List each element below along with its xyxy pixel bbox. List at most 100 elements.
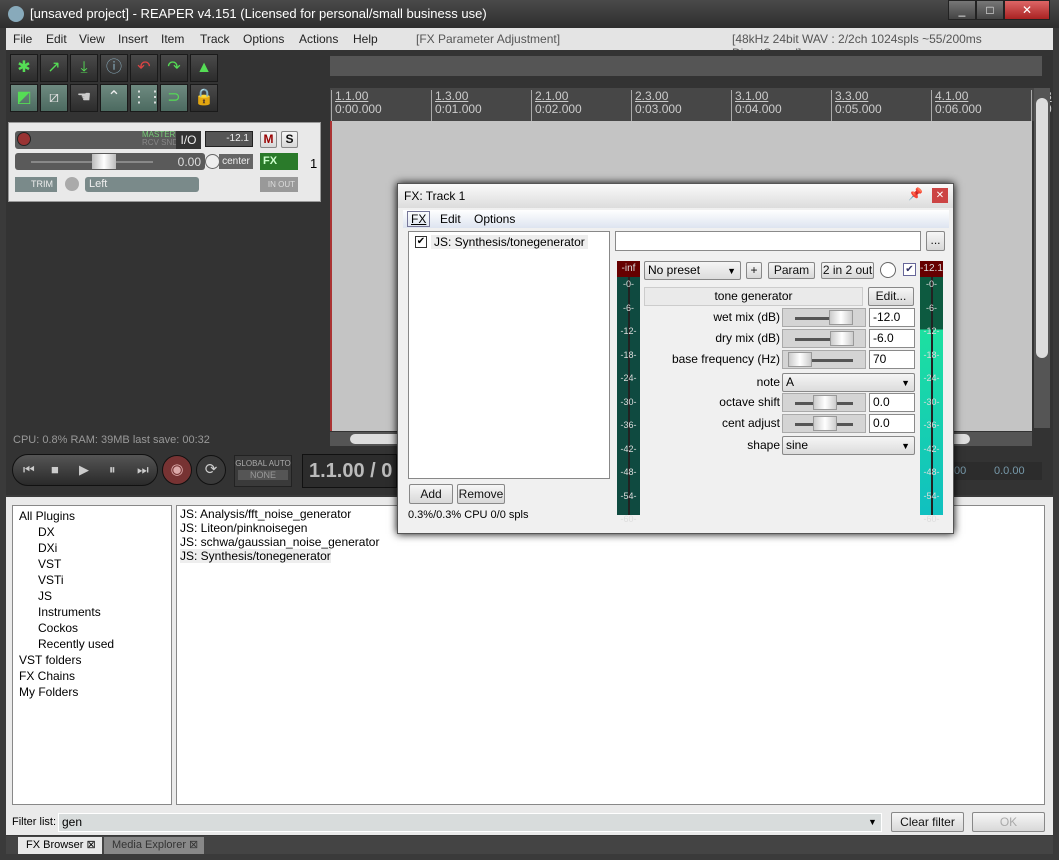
tab-media-explorer[interactable]: Media Explorer ⊠ xyxy=(104,837,204,854)
add-preset-button[interactable]: + xyxy=(746,262,762,279)
menu-insert[interactable]: Insert xyxy=(118,32,148,46)
vertical-scrollbar[interactable] xyxy=(1034,88,1050,428)
ok-button[interactable]: OK xyxy=(972,812,1045,832)
close-tab-icon[interactable]: ⊠ xyxy=(87,839,96,851)
tree-item[interactable]: DXi xyxy=(38,541,57,555)
param-slider[interactable] xyxy=(782,350,866,369)
menu-file[interactable]: File xyxy=(13,32,32,46)
pin-io-button[interactable]: 2 in 2 out xyxy=(821,262,874,279)
menu-view[interactable]: View xyxy=(79,32,105,46)
param-slider[interactable] xyxy=(782,308,866,327)
tree-item[interactable]: VST xyxy=(38,557,61,571)
tree-item[interactable]: Instruments xyxy=(38,605,101,619)
open-project-icon[interactable]: ↗ xyxy=(40,54,68,82)
wet-knob[interactable] xyxy=(880,262,896,278)
grouping-icon[interactable]: ☚ xyxy=(70,84,98,112)
menu-options[interactable]: Options xyxy=(243,32,284,46)
fx-close-button[interactable]: ✕ xyxy=(932,188,948,203)
close-button[interactable]: ✕ xyxy=(1004,0,1050,20)
tab-fx-browser[interactable]: FX Browser ⊠ xyxy=(18,837,102,854)
io-button[interactable]: I/O xyxy=(176,131,201,149)
clear-filter-button[interactable]: Clear filter xyxy=(891,812,964,832)
tree-item[interactable]: VST folders xyxy=(19,653,81,667)
param-value-input[interactable]: -6.0 xyxy=(869,329,915,348)
master-track-panel[interactable]: MASTER RCV SND I/O -12.1 M S 0.00 center… xyxy=(8,122,321,202)
solo-button[interactable]: S xyxy=(281,131,298,148)
position-display[interactable]: 1.1.00 / 0 xyxy=(302,454,397,488)
maximize-button[interactable]: □ xyxy=(976,0,1004,20)
go-to-start-icon[interactable]: ⏮ xyxy=(23,462,35,478)
tree-item[interactable]: DX xyxy=(38,525,55,539)
plugin-list[interactable]: JS: Analysis/fft_noise_generator JS: Lite… xyxy=(176,505,1045,805)
plugin-tree[interactable]: All Plugins DX DXi VST VSTi JS Instruments Cock… xyxy=(12,505,172,805)
param-slider[interactable] xyxy=(782,414,866,433)
record-button[interactable]: ◉ xyxy=(162,455,192,485)
menu-track[interactable]: Track xyxy=(200,32,230,46)
bypass-checkbox[interactable]: ✔ xyxy=(903,263,916,276)
pin-icon[interactable]: 📌 xyxy=(908,187,923,201)
new-project-icon[interactable]: ✱ xyxy=(10,54,38,82)
record-arm-icon[interactable] xyxy=(17,132,31,146)
lock-icon[interactable]: 🔒 xyxy=(190,84,218,112)
fx-chain-list[interactable]: ✔ JS: Synthesis/tonegenerator xyxy=(408,231,610,479)
tree-item[interactable]: All Plugins xyxy=(19,509,75,523)
play-icon[interactable]: ▶ xyxy=(79,462,89,478)
fx-menu-edit[interactable]: Edit xyxy=(440,212,461,226)
param-select[interactable]: sine xyxy=(782,436,915,455)
param-value-input[interactable]: 70 xyxy=(869,350,915,369)
tree-item[interactable]: VSTi xyxy=(38,573,64,587)
param-select[interactable]: A xyxy=(782,373,915,392)
marker-lane[interactable] xyxy=(330,56,1042,76)
plugin-list-item[interactable]: JS: Analysis/fft_noise_generator xyxy=(180,507,351,521)
param-value-input[interactable]: 0.0 xyxy=(869,414,915,433)
phase-invert-icon[interactable] xyxy=(65,177,79,191)
param-value-input[interactable]: -12.0 xyxy=(869,308,915,327)
fx-window-titlebar[interactable]: FX: Track 1 📌 ✕ xyxy=(398,184,953,208)
slider-thumb[interactable] xyxy=(787,352,812,367)
remove-fx-button[interactable]: Remove xyxy=(457,484,505,504)
menu-actions[interactable]: Actions xyxy=(299,32,338,46)
fx-button[interactable]: FX xyxy=(260,153,298,170)
redo-icon[interactable]: ↷ xyxy=(160,54,188,82)
save-project-icon[interactable]: ⤓ xyxy=(70,54,98,82)
pause-icon[interactable]: ⏸ xyxy=(109,462,116,478)
volume-thumb[interactable] xyxy=(92,154,116,169)
metronome-icon[interactable]: ▲ xyxy=(190,54,218,82)
menu-help[interactable]: Help xyxy=(353,32,378,46)
param-slider[interactable] xyxy=(782,329,866,348)
repeat-button[interactable]: ⟳ xyxy=(196,455,226,485)
go-to-end-icon[interactable]: ⏭ xyxy=(137,462,149,478)
fx-chain-item[interactable]: JS: Synthesis/tonegenerator xyxy=(431,235,588,249)
auto-mode-button[interactable]: NONE xyxy=(238,470,288,480)
input-select[interactable]: Left xyxy=(85,177,199,192)
menu-edit[interactable]: Edit xyxy=(46,32,67,46)
timeline-ruler[interactable]: 1.1.00 0:00.000 1.3.00 0:01.000 2.1.00 0:02.0… xyxy=(330,88,1052,121)
stop-icon[interactable]: ■ xyxy=(51,462,59,477)
slider-thumb[interactable] xyxy=(828,310,853,325)
tree-item[interactable]: My Folders xyxy=(19,685,78,699)
pan-knob[interactable] xyxy=(205,154,220,169)
plugin-list-item[interactable]: JS: schwa/gaussian_noise_generator xyxy=(180,535,379,549)
fx-menu-fx[interactable]: FX xyxy=(407,211,431,227)
slider-thumb[interactable] xyxy=(829,331,854,346)
snap-icon[interactable]: ⊃ xyxy=(160,84,188,112)
trim-button[interactable]: TRIM xyxy=(15,177,57,192)
grid-icon[interactable]: ⋮⋮ xyxy=(130,84,163,112)
fx-enable-checkbox[interactable]: ✔ xyxy=(415,236,427,248)
param-slider[interactable] xyxy=(782,393,866,412)
fx-menu-options[interactable]: Options xyxy=(474,212,515,226)
add-fx-button[interactable]: Add xyxy=(409,484,453,504)
minimize-button[interactable]: _ xyxy=(948,0,976,20)
close-tab-icon[interactable]: ⊠ xyxy=(189,839,198,851)
auto-crossfade-icon[interactable]: ◩ xyxy=(10,84,38,112)
envelope-points-icon[interactable]: ⌃ xyxy=(100,84,128,112)
more-button[interactable]: ... xyxy=(926,231,945,251)
ripple-edit-icon[interactable]: ⧄ xyxy=(40,84,68,112)
fx-chain-name-input[interactable] xyxy=(615,231,921,251)
filter-dropdown-icon[interactable]: ▼ xyxy=(868,817,877,827)
menu-item[interactable]: Item xyxy=(161,32,184,46)
mute-button[interactable]: M xyxy=(260,131,277,148)
inout-button[interactable]: IN OUT xyxy=(260,177,298,192)
param-button[interactable]: Param xyxy=(768,262,815,279)
tree-item[interactable]: Recently used xyxy=(38,637,114,651)
